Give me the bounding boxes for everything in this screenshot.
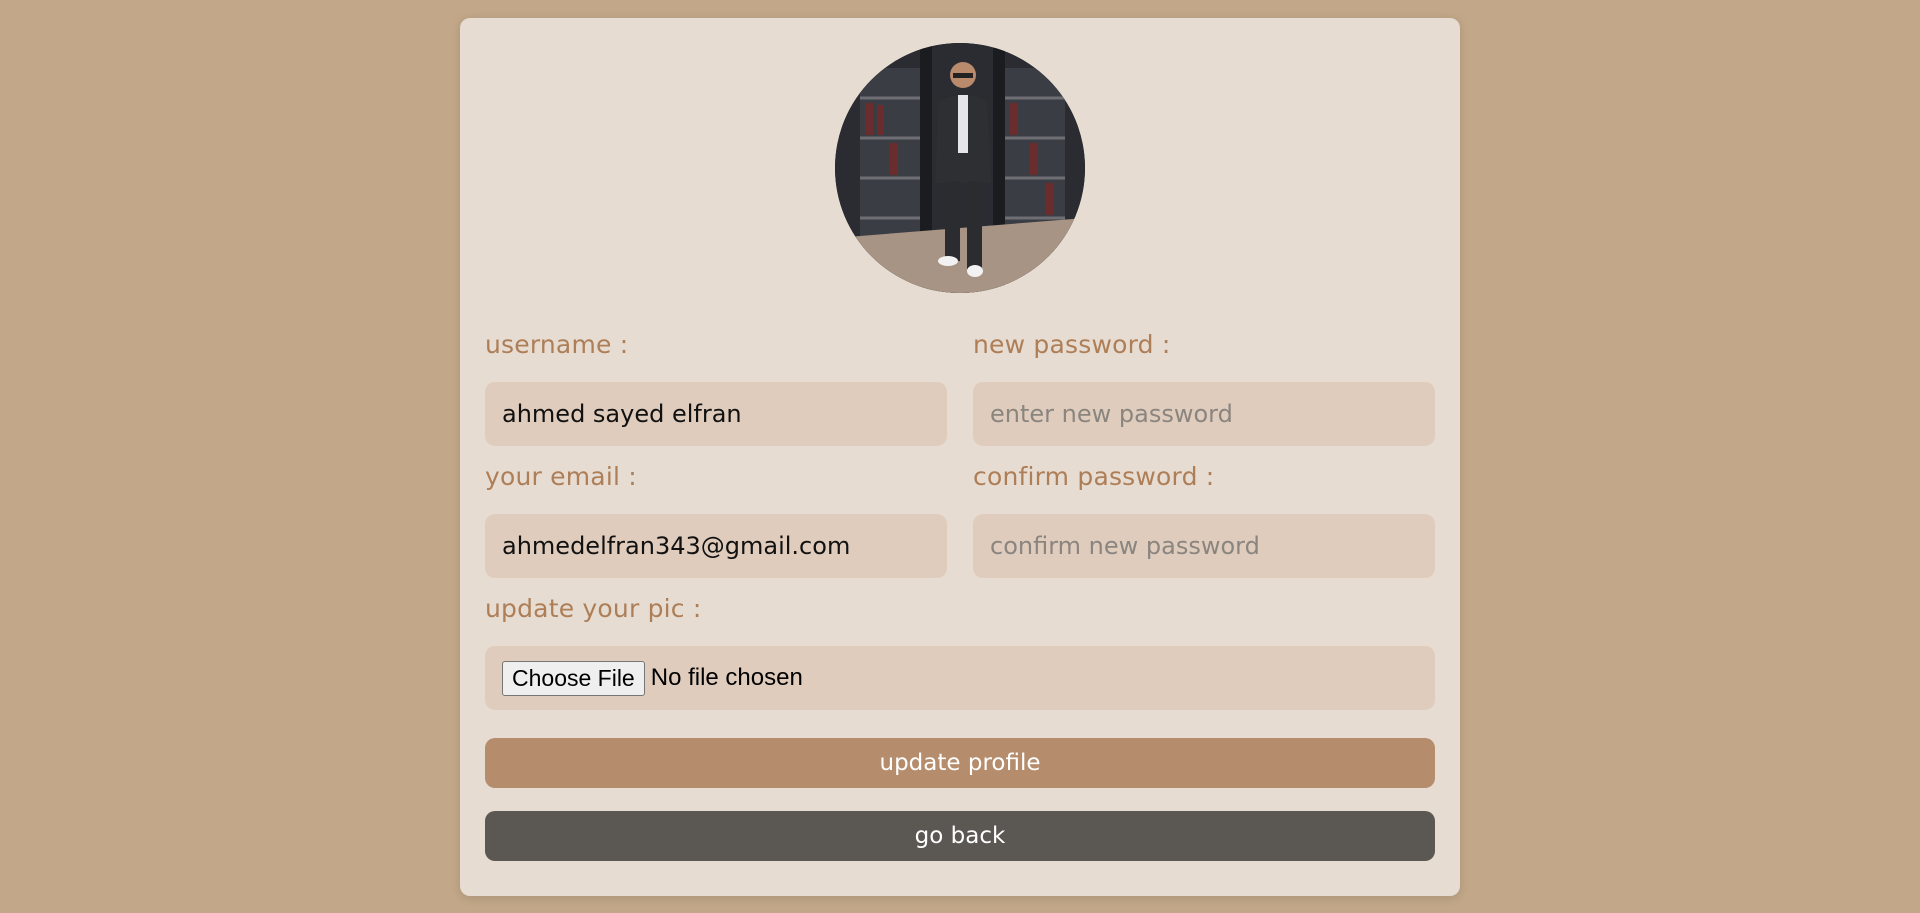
profile-avatar [835, 43, 1085, 293]
update-profile-card: username : new password : ahmed sayed el… [460, 18, 1460, 896]
update-profile-label: update profile [879, 750, 1041, 776]
choose-file-button[interactable]: Choose File [502, 660, 645, 696]
confirm-password-input[interactable]: confirm new password [973, 514, 1435, 578]
username-label: username : [485, 330, 629, 359]
update-profile-button[interactable]: update profile [485, 738, 1435, 788]
new-password-placeholder: enter new password [990, 400, 1233, 428]
file-status: No file chosen [650, 664, 803, 691]
pic-label: update your pic : [485, 594, 702, 623]
go-back-label: go back [914, 823, 1006, 849]
username-input[interactable]: ahmed sayed elfran [485, 382, 947, 446]
email-input[interactable]: ahmedelfran343@gmail.com [485, 514, 947, 578]
go-back-button[interactable]: go back [485, 811, 1435, 861]
username-value: ahmed sayed elfran [502, 400, 742, 428]
confirm-password-label: confirm password : [973, 462, 1215, 491]
email-value: ahmedelfran343@gmail.com [502, 532, 851, 560]
new-password-label: new password : [973, 330, 1171, 359]
email-label: your email : [485, 462, 637, 491]
avatar-photo [835, 43, 1085, 293]
pic-file-input[interactable]: Choose File No file chosen [485, 646, 1435, 710]
new-password-input[interactable]: enter new password [973, 382, 1435, 446]
confirm-password-placeholder: confirm new password [990, 532, 1260, 560]
